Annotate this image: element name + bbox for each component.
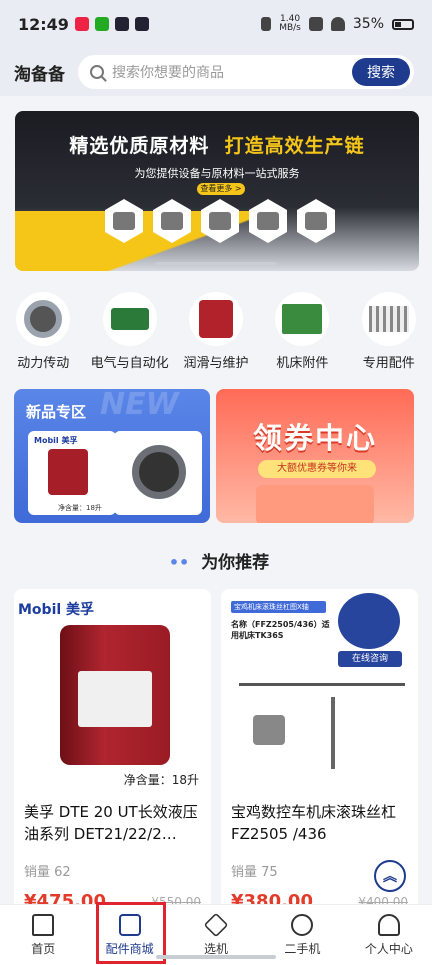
top-header: 淘备备 搜索你想要的商品 搜索 — [0, 48, 432, 96]
nav-home[interactable]: 首页 — [0, 905, 86, 965]
dots-icon: •• — [168, 553, 190, 572]
oil-bucket-icon — [188, 292, 243, 346]
recommend-heading: •• 为你推荐 — [0, 548, 432, 573]
category-label: 动力传动 — [17, 356, 70, 371]
banner-title-part1: 精选优质原材料 — [69, 135, 210, 157]
product-brand: Mobil 美孚 — [18, 602, 95, 618]
new-product-oil[interactable]: Mobil 美孚 净含量：18升 — [28, 431, 116, 515]
coupon-title: 领券中心 — [252, 421, 377, 455]
nav-label: 二手机 — [284, 941, 321, 956]
coupon-subtitle: 大额优惠券等你来 — [258, 460, 376, 478]
banner-indicator — [156, 262, 276, 265]
mascot-icon — [338, 593, 400, 649]
coupon-center-card[interactable]: 领券中心 大额优惠券等你来 — [216, 389, 414, 523]
double-chevron-up-icon: ︽ — [383, 869, 397, 885]
gear-image — [132, 445, 186, 499]
category-special-parts[interactable]: 专用配件 — [346, 292, 432, 371]
banner-title: 精选优质原材料 打造高效生产链 — [15, 131, 419, 158]
product-sales: 销量 75 — [231, 865, 278, 880]
video-app-icon — [114, 17, 129, 31]
user-icon — [377, 913, 400, 936]
new-products-card[interactable]: NEW 新品专区 Mobil 美孚 净含量：18升 — [14, 389, 210, 523]
category-label: 专用配件 — [362, 356, 415, 371]
net-weight: 净含量：18升 — [58, 504, 102, 512]
nav-label: 个人中心 — [364, 941, 413, 956]
screw-shaft-image — [331, 697, 335, 769]
product-name: 美孚 DTE 20 UT长效液压油系列 DET21/22/2… — [24, 803, 198, 843]
category-row: 动力传动 电气与自动化 润滑与维护 机床附件 专用配件 — [0, 292, 432, 371]
banner-product-image — [249, 199, 287, 243]
banner-title-part2: 打造高效生产链 — [224, 135, 365, 157]
promo-banner[interactable]: 精选优质原材料 打造高效生产链 为您提供设备与原材料一站式服务 查看更多 > — [15, 111, 419, 271]
new-product-gear[interactable] — [114, 431, 202, 515]
mobil-brand: Mobil 美孚 — [34, 436, 78, 445]
banner-product-image — [297, 199, 335, 243]
battery-percent: 35% — [352, 16, 384, 32]
search-input[interactable]: 搜索你想要的商品 — [112, 62, 352, 82]
online-consult-button[interactable]: 在线咨询 — [338, 651, 402, 667]
net-weight: 净含量：18升 — [123, 773, 199, 787]
status-right: 1.40 MB/s 35% — [261, 15, 414, 33]
status-time: 12:49 — [18, 14, 69, 34]
image-header: 宝鸡机床滚珠丝杠图X轴 — [231, 601, 326, 613]
wifi-icon — [330, 17, 345, 31]
home-indicator — [156, 955, 276, 959]
recommend-title: 为你推荐 — [201, 553, 270, 573]
ball-nut-image — [253, 715, 285, 745]
app-notification-icon — [94, 17, 109, 31]
ball-screw-image — [239, 683, 405, 686]
category-machine-accessories[interactable]: 机床附件 — [259, 292, 345, 371]
banner-more-button[interactable]: 查看更多 > — [197, 183, 245, 195]
network-speed-unit: MB/s — [279, 23, 301, 33]
swap-icon — [291, 913, 314, 936]
fixture-plate-icon — [275, 292, 330, 346]
bearing-icon — [16, 292, 71, 346]
category-lubrication[interactable]: 润滑与维护 — [173, 292, 259, 371]
product-card[interactable]: Mobil 美孚 净含量：18升 美孚 DTE 20 UT长效液压油系列 DET… — [14, 589, 211, 919]
electric-module-icon — [102, 292, 157, 346]
app-notification-icon — [74, 17, 89, 31]
nav-profile[interactable]: 个人中心 — [346, 905, 432, 965]
new-bg-text: NEW — [100, 389, 179, 422]
banner-product-image — [153, 199, 191, 243]
app-title: 淘备备 — [14, 64, 65, 85]
image-spec-text: 名称（FFZ2505/436）适用机床TK36S — [231, 620, 330, 640]
network-speed: 1.40 MB/s — [279, 15, 301, 33]
nav-label: 选机 — [204, 941, 229, 956]
cutting-tools-icon — [361, 292, 416, 346]
status-bar: 12:49 1.40 MB/s 35% — [0, 0, 432, 48]
product-name: 宝鸡数控车机床滚珠丝杠FZ2505 /436 — [231, 803, 397, 843]
category-electrical-automation[interactable]: 电气与自动化 — [86, 292, 172, 371]
nav-label: 首页 — [31, 941, 56, 956]
product-image: 宝鸡机床滚珠丝杠图X轴 名称（FFZ2505/436）适用机床TK36S 在线咨… — [221, 589, 418, 785]
banner-subtitle: 为您提供设备与原材料一站式服务 — [134, 167, 300, 180]
no-sim-icon — [308, 17, 323, 31]
back-to-top-button[interactable]: ︽ — [374, 860, 406, 892]
banner-products — [105, 199, 335, 243]
search-bar[interactable]: 搜索你想要的商品 搜索 — [78, 55, 414, 89]
status-left: 12:49 — [18, 15, 149, 34]
layers-icon — [203, 912, 229, 937]
parts-mall-icon — [118, 913, 141, 936]
oil-bucket-image — [48, 449, 88, 495]
banner-product-image — [201, 199, 239, 243]
mail-app-icon — [134, 17, 149, 31]
new-products-title: 新品专区 — [26, 403, 87, 421]
bucket-label — [78, 671, 152, 727]
product-sales: 销量 62 — [24, 865, 71, 880]
vibrate-icon — [261, 17, 272, 31]
category-power-transmission[interactable]: 动力传动 — [0, 292, 86, 371]
search-icon — [90, 65, 104, 79]
coupon-tickets-image — [256, 485, 374, 523]
product-image: Mobil 美孚 净含量：18升 — [14, 589, 211, 787]
category-label: 机床附件 — [276, 356, 329, 371]
battery-icon — [392, 18, 414, 30]
search-button[interactable]: 搜索 — [352, 58, 410, 86]
category-label: 电气与自动化 — [90, 356, 169, 371]
category-label: 润滑与维护 — [183, 356, 249, 371]
nav-label: 配件商城 — [105, 941, 154, 956]
home-icon — [32, 913, 55, 936]
banner-product-image — [105, 199, 143, 243]
